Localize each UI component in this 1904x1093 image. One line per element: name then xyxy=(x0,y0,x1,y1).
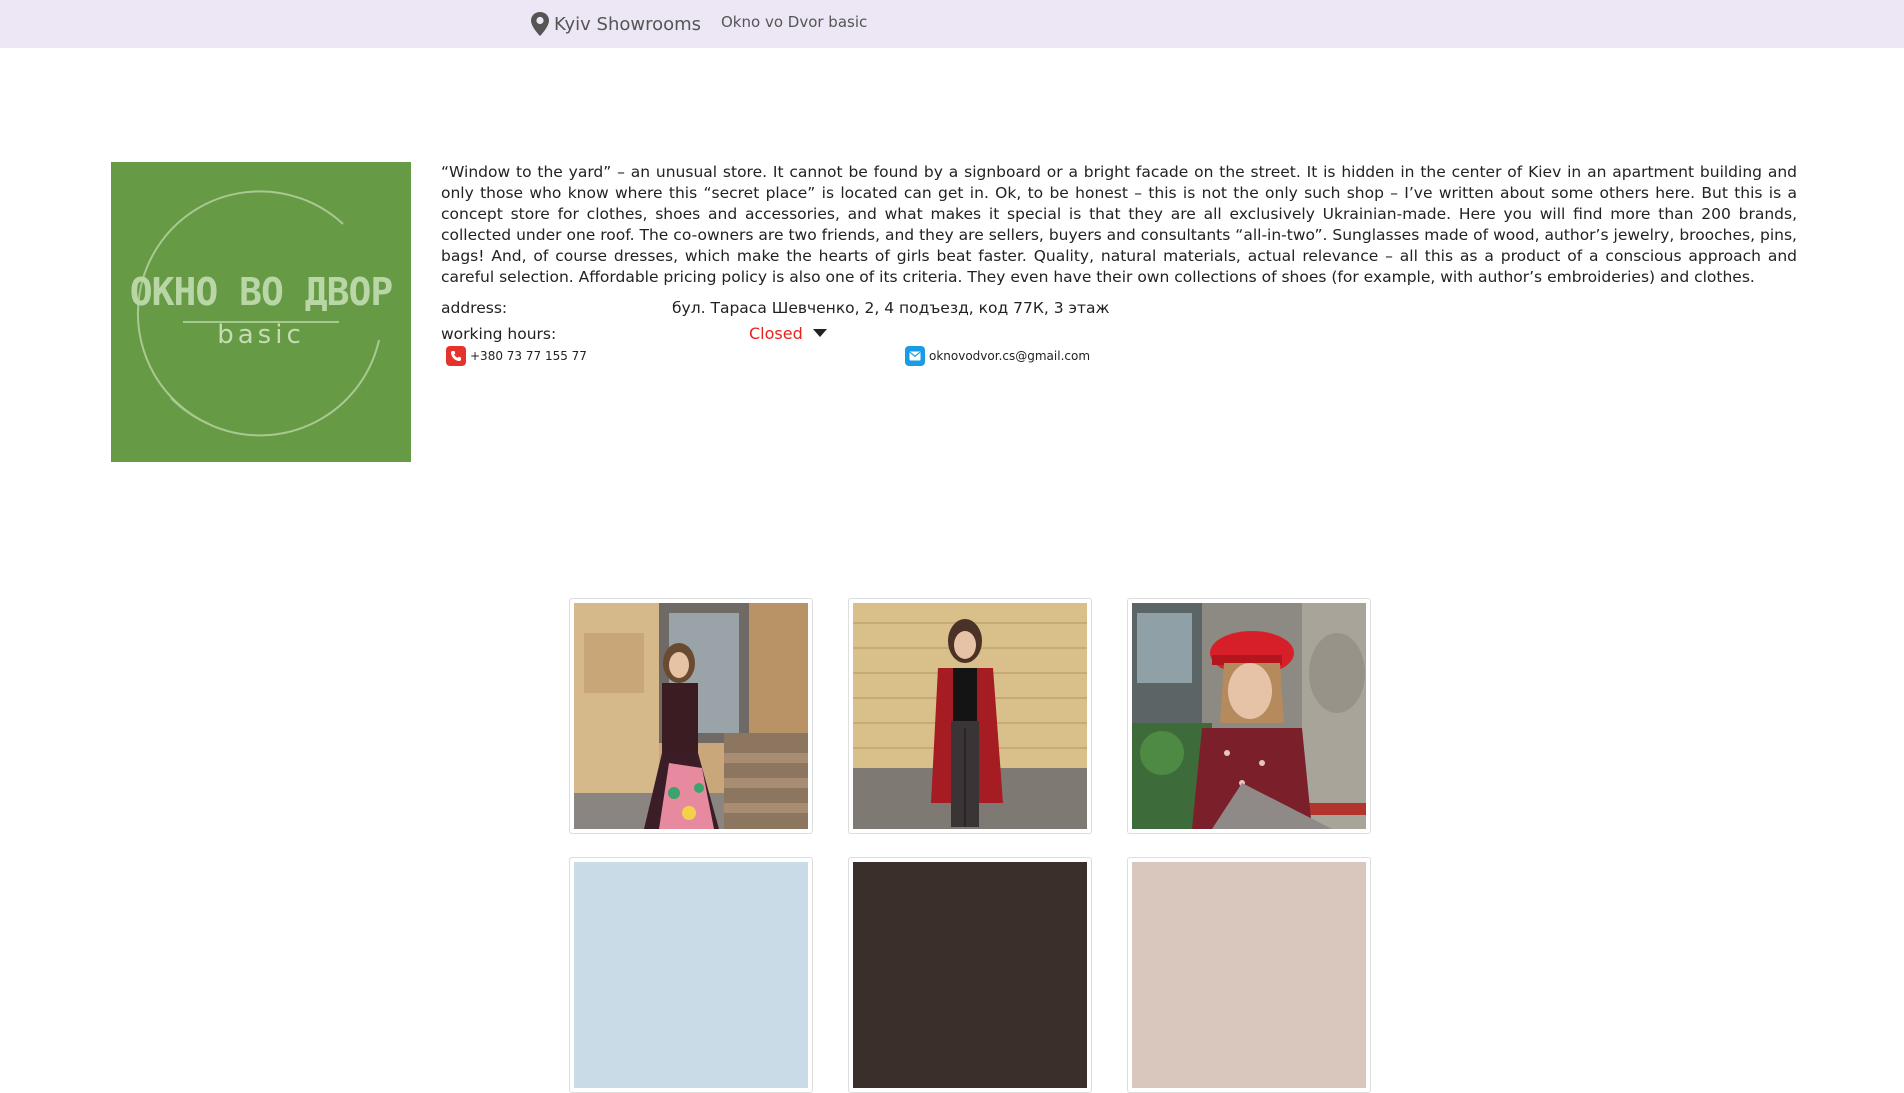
brand-name: Kyiv Showrooms xyxy=(554,13,702,35)
photo-woman-red-cap xyxy=(1132,603,1366,829)
photo-6 xyxy=(1132,862,1366,1088)
photo-woman-dress-steps xyxy=(574,603,808,829)
working-hours-dropdown[interactable]: Closed xyxy=(749,323,827,345)
gallery-photo[interactable] xyxy=(569,857,813,1093)
logo-title: ОКНО ВО ДВОР xyxy=(129,270,394,314)
address-label: address: xyxy=(441,299,508,317)
working-hours-label: working hours: xyxy=(441,325,557,343)
mail-icon xyxy=(905,346,925,366)
brand-link[interactable]: Kyiv Showrooms xyxy=(530,10,701,38)
gallery-photo[interactable] xyxy=(569,598,813,834)
showroom-description: “Window to the yard” – an unusual store.… xyxy=(441,163,1797,286)
photo-5 xyxy=(853,862,1087,1088)
phone-icon xyxy=(446,346,466,366)
open-status: Closed xyxy=(749,324,803,343)
gallery-photo[interactable] xyxy=(1127,857,1371,1093)
phone-link[interactable]: +380 73 77 155 77 xyxy=(446,346,587,366)
gallery-photo[interactable] xyxy=(848,857,1092,1093)
email-address: oknovodvor.cs@gmail.com xyxy=(929,349,1091,363)
photo-woman-red-coat-brick-wall xyxy=(853,603,1087,829)
nav-current-showroom[interactable]: Okno vo Dvor basic xyxy=(721,12,867,32)
gallery-photo[interactable] xyxy=(1127,598,1371,834)
address-value: бул. Тараса Шевченко, 2, 4 подъезд, код … xyxy=(672,299,1110,317)
map-pin-icon xyxy=(530,11,550,37)
gallery-photo[interactable] xyxy=(848,598,1092,834)
phone-number: +380 73 77 155 77 xyxy=(470,349,587,363)
email-link[interactable]: oknovodvor.cs@gmail.com xyxy=(905,346,1090,366)
caret-down-icon xyxy=(812,328,827,337)
showroom-logo: ОКНО ВО ДВОР basic xyxy=(111,162,411,462)
top-navbar: Kyiv Showrooms Okno vo Dvor basic xyxy=(0,0,1904,48)
photo-4 xyxy=(574,862,808,1088)
logo-subtitle: basic xyxy=(217,320,305,350)
